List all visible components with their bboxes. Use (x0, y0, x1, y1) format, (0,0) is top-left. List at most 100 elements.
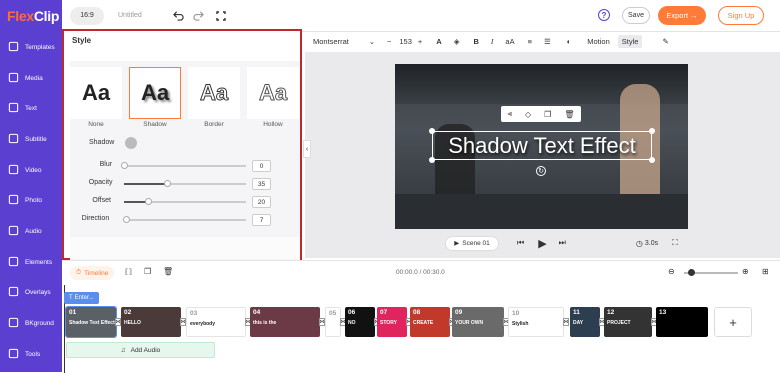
sidebar-item-bkground[interactable]: BKground (0, 308, 62, 339)
sidebar-item-overlays[interactable]: Overlays (0, 278, 62, 309)
slider-knob[interactable] (163, 180, 171, 187)
scene-clip[interactable]: 13 (656, 307, 708, 337)
style-option-shadow[interactable]: Aa (129, 67, 181, 119)
delete-icon[interactable]: 🗑 (564, 110, 574, 119)
align-icon[interactable]: ≡ (528, 37, 532, 46)
project-title[interactable]: Untitled (118, 12, 142, 19)
opacity-slider[interactable] (124, 180, 246, 187)
add-audio-button[interactable]: ♫ Add Audio (66, 342, 215, 358)
undo-icon[interactable] (172, 9, 186, 23)
scene-clip[interactable]: 10 Stylish (508, 307, 564, 337)
direction-value[interactable]: 7 (252, 214, 271, 226)
motion-button[interactable]: Motion (587, 37, 610, 46)
direction-slider[interactable] (123, 216, 246, 223)
previous-icon[interactable]: ⏮ (517, 238, 524, 248)
scene-clip[interactable]: 09 YOUR OWN (452, 307, 504, 337)
offset-value[interactable]: 20 (252, 196, 271, 208)
canvas-text-element[interactable]: Shadow Text Effect (432, 131, 652, 160)
shadow-color-swatch[interactable] (125, 137, 137, 149)
help-icon[interactable]: ? (598, 9, 610, 21)
scene-text: YOUR OWN (455, 320, 484, 326)
scene-clip[interactable]: 11 DAY (570, 307, 600, 337)
export-button[interactable]: Export → (658, 6, 706, 25)
fit-screen-icon[interactable]: ⛶ (672, 238, 678, 248)
scene-clip[interactable]: 06 NO (345, 307, 375, 337)
slider-knob[interactable] (121, 162, 128, 169)
zoom-knob[interactable] (688, 269, 695, 276)
text-case-icon[interactable]: aA (505, 37, 514, 46)
fit-timeline-icon[interactable]: ⊞ (762, 267, 769, 276)
bold-icon[interactable]: B (474, 37, 479, 46)
scene-clip[interactable]: 12 PROJECT (604, 307, 652, 337)
add-scene-button[interactable]: + (714, 307, 752, 337)
app-logo[interactable]: Flex Clip (0, 0, 62, 32)
size-increase-button[interactable]: + (418, 37, 422, 46)
sidebar-item-photo[interactable]: Photo (0, 185, 62, 216)
sidebar-item-media[interactable]: Media (0, 63, 62, 94)
resize-handle[interactable] (649, 128, 655, 134)
sidebar-item-audio[interactable]: Audio (0, 216, 62, 247)
scene-clip[interactable]: 08 CREATE (410, 307, 450, 337)
zoom-slider[interactable] (684, 269, 738, 276)
pen-icon[interactable]: ✎ (662, 37, 668, 46)
text-color-icon[interactable]: A (436, 37, 441, 46)
layers-icon[interactable]: ◇ (525, 110, 531, 119)
opacity-icon[interactable]: ◐ (567, 37, 572, 46)
scene-selector[interactable]: ▶ Scene 01 (445, 235, 499, 251)
fullscreen-icon[interactable] (214, 9, 228, 23)
scene-number: 12 (607, 309, 615, 316)
opacity-value[interactable]: 35 (252, 178, 271, 190)
aspect-ratio-button[interactable]: 16:9 (70, 6, 104, 25)
style-button[interactable]: Style (617, 34, 643, 48)
style-option-none[interactable]: Aa (70, 67, 122, 119)
style-option-border[interactable]: Aa (188, 67, 240, 119)
resize-handle[interactable] (649, 157, 655, 163)
zoom-in-icon[interactable]: ⊕ (742, 267, 749, 276)
text-track-label: Enter... (74, 295, 94, 301)
scene-clip[interactable]: 01 Shadow Text Effect (65, 306, 117, 338)
save-button[interactable]: Save (622, 7, 650, 24)
sidebar-item-subtitle[interactable]: Subtitle (0, 124, 62, 155)
scene-clip[interactable]: 03 everybody (186, 307, 246, 337)
sidebar-item-label: BKground (25, 320, 54, 328)
style-option-hollow[interactable]: Aa (247, 67, 299, 119)
redo-icon[interactable] (192, 9, 206, 23)
resize-handle[interactable] (429, 128, 435, 134)
scene-clip[interactable]: 04 this is the (250, 307, 320, 337)
signup-button[interactable]: Sign Up (718, 6, 764, 25)
scene-clip[interactable]: 02 HELLO (121, 307, 181, 337)
resize-handle[interactable] (429, 157, 435, 163)
sidebar-item-text[interactable]: Text (0, 93, 62, 124)
duration-label[interactable]: 3.0s (645, 240, 658, 247)
scene-clip[interactable]: 05 (325, 307, 341, 337)
next-icon[interactable]: ⏭ (559, 238, 566, 248)
offset-slider[interactable] (124, 198, 246, 205)
trash-icon[interactable]: 🗑 (163, 267, 173, 276)
scene-number: 06 (348, 309, 356, 316)
font-size-input[interactable]: 153 (399, 37, 412, 46)
sidebar-item-tools[interactable]: Tools (0, 339, 62, 370)
size-decrease-button[interactable]: − (387, 37, 391, 46)
text-track-item[interactable]: T Enter... (64, 292, 99, 304)
split-icon[interactable]: ⟦⟧ (125, 268, 132, 276)
sidebar-item-templates[interactable]: Templates (0, 32, 62, 63)
italic-icon[interactable]: I (491, 37, 494, 46)
copy-icon[interactable]: ❐ (144, 267, 151, 276)
duplicate-icon[interactable]: ❐ (544, 110, 551, 119)
blur-slider[interactable] (121, 162, 246, 169)
sidebar-item-video[interactable]: Video (0, 155, 62, 186)
font-select[interactable]: Montserrat ⌄ (313, 37, 375, 46)
collapse-panel-icon[interactable]: ‹ (303, 140, 311, 158)
spacing-icon[interactable]: ☰ (544, 37, 551, 46)
align-left-icon[interactable]: ⫷ (508, 109, 513, 119)
timeline-tab[interactable]: ⏱ Timeline (70, 266, 115, 280)
zoom-out-icon[interactable]: ⊖ (668, 267, 675, 276)
scene-label: Scene 01 (462, 239, 490, 247)
rotate-icon[interactable]: ↻ (536, 166, 546, 176)
sidebar-item-elements[interactable]: Elements (0, 247, 62, 278)
scene-clip[interactable]: 07 STORY (377, 307, 407, 337)
highlight-icon[interactable]: ◈ (454, 37, 460, 46)
play-icon[interactable]: ▶ (538, 237, 546, 250)
blur-value[interactable]: 0 (252, 160, 271, 172)
transition-icon[interactable]: ⋈ (563, 318, 569, 326)
